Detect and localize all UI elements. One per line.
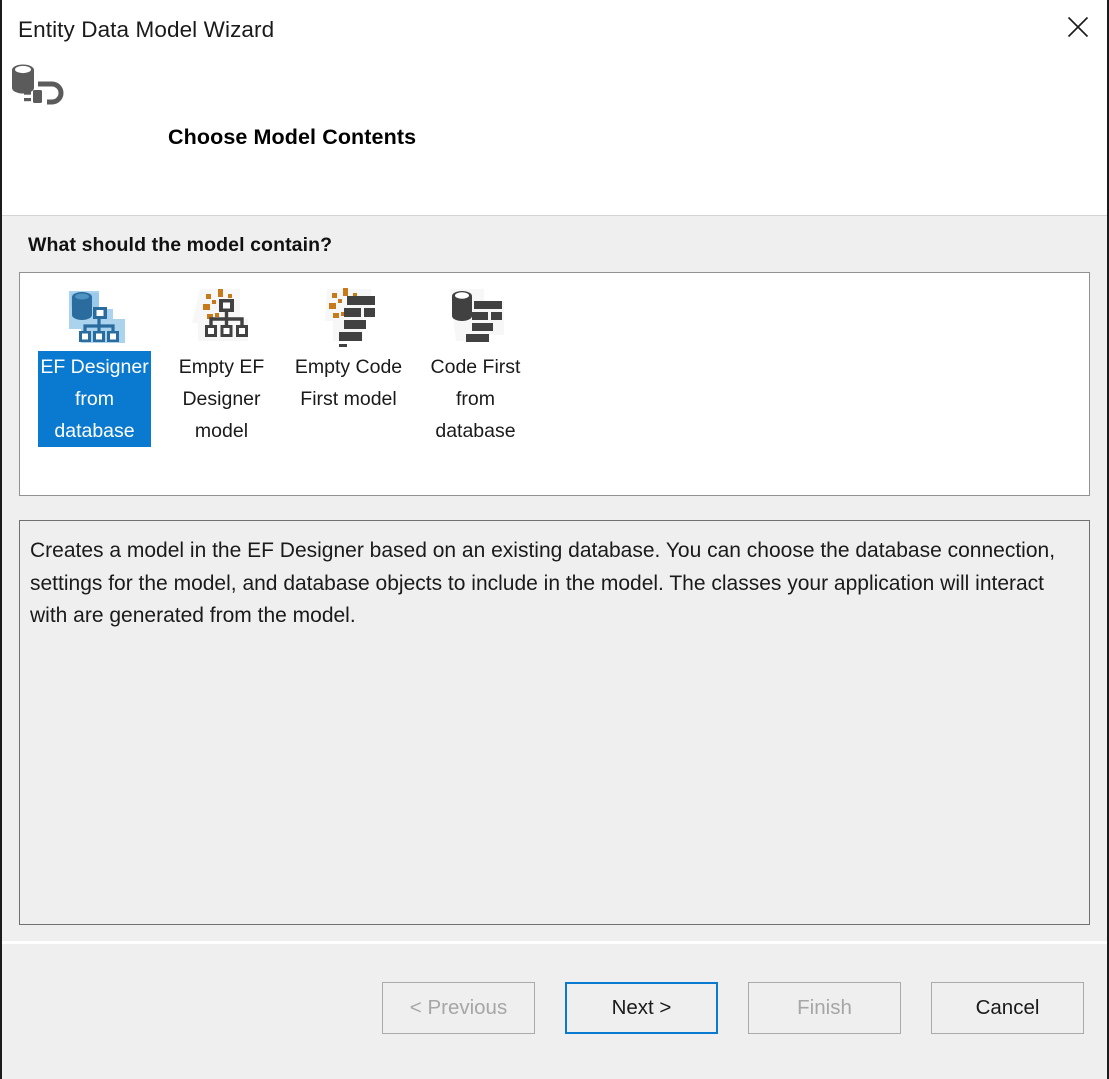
model-tile-row: EF Designer from database bbox=[31, 281, 539, 447]
description-text: Creates a model in the EF Designer based… bbox=[30, 535, 1073, 633]
dialog-header: Entity Data Model Wizard Choose Model Co… bbox=[2, 0, 1107, 216]
close-button[interactable] bbox=[1049, 0, 1107, 54]
empty-model-icon bbox=[190, 285, 254, 347]
tile-empty-code-first-model[interactable]: Empty Code First model bbox=[285, 281, 412, 415]
tile-ef-designer-from-database[interactable]: EF Designer from database bbox=[31, 281, 158, 447]
window-title: Entity Data Model Wizard bbox=[18, 17, 274, 43]
model-contents-listbox[interactable]: EF Designer from database bbox=[19, 272, 1090, 496]
empty-code-icon bbox=[317, 285, 381, 347]
database-code-icon bbox=[444, 285, 508, 347]
dialog-body: What should the model contain? bbox=[2, 216, 1107, 943]
tile-label: Code First from database bbox=[429, 351, 523, 447]
page-title: Choose Model Contents bbox=[168, 125, 416, 150]
tile-code-first-from-database[interactable]: Code First from database bbox=[412, 281, 539, 447]
entity-data-model-wizard-dialog: Entity Data Model Wizard Choose Model Co… bbox=[0, 0, 1109, 1079]
close-icon bbox=[1067, 16, 1089, 38]
dialog-footer: < Previous Next > Finish Cancel bbox=[2, 944, 1107, 1079]
tile-label: Empty EF Designer model bbox=[177, 351, 267, 447]
description-panel: Creates a model in the EF Designer based… bbox=[19, 520, 1090, 925]
database-connection-icon bbox=[8, 58, 68, 112]
tile-label: Empty Code First model bbox=[293, 351, 404, 415]
cancel-button[interactable]: Cancel bbox=[931, 982, 1084, 1034]
previous-button[interactable]: < Previous bbox=[382, 982, 535, 1034]
button-row: < Previous Next > Finish Cancel bbox=[382, 982, 1084, 1034]
tile-label: EF Designer from database bbox=[38, 351, 150, 447]
finish-button[interactable]: Finish bbox=[748, 982, 901, 1034]
tile-empty-ef-designer-model[interactable]: Empty EF Designer model bbox=[158, 281, 285, 447]
next-button[interactable]: Next > bbox=[565, 982, 718, 1034]
question-label: What should the model contain? bbox=[28, 234, 332, 257]
database-model-icon bbox=[63, 285, 127, 347]
